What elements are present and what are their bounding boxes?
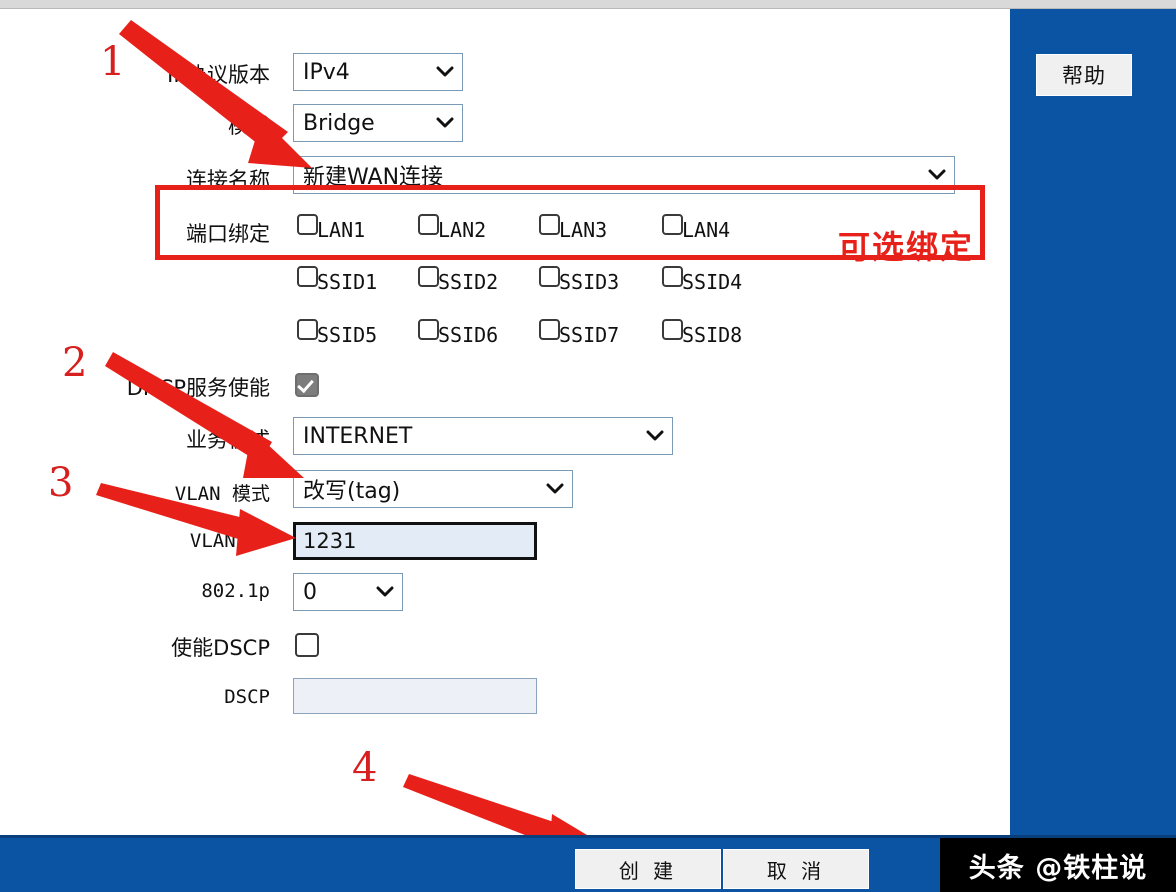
- right-side-panel: [1010, 9, 1176, 835]
- checkbox-label-ssid8: SSID8: [682, 323, 743, 347]
- checkbox-ssid6[interactable]: [418, 319, 439, 340]
- checkbox-lan4[interactable]: [662, 214, 683, 235]
- annotation-number-4: 4: [352, 745, 378, 791]
- field-label-vlan-id: VLAN ID: [189, 530, 270, 552]
- checkbox-lan1[interactable]: [297, 214, 318, 235]
- chevron-down-icon: [920, 169, 954, 181]
- vlan-mode-value: 改写(tag): [303, 479, 401, 504]
- field-label-connection-name: 连接名称: [186, 168, 270, 192]
- cancel-button[interactable]: 取 消: [723, 849, 869, 889]
- annotation-arrow-1: [119, 20, 312, 168]
- annotation-optional-binding-text: 可选绑定: [838, 228, 975, 266]
- create-button[interactable]: 创 建: [575, 849, 721, 889]
- annotation-number-3: 3: [48, 460, 74, 506]
- chevron-down-icon: [638, 430, 672, 442]
- field-label-dscp-enable: 使能DSCP: [171, 636, 270, 660]
- checkbox-label-ssid3: SSID3: [559, 270, 620, 294]
- service-mode-value: INTERNET: [303, 423, 413, 449]
- annotation-number-2: 2: [62, 340, 88, 386]
- checkbox-ssid4[interactable]: [662, 266, 683, 287]
- chevron-down-icon: [428, 117, 462, 129]
- connection-name-select[interactable]: 新建WAN连接: [293, 156, 955, 194]
- checkbox-label-lan1: LAN1: [317, 218, 366, 242]
- chevron-down-icon: [368, 586, 402, 598]
- checkbox-label-ssid4: SSID4: [682, 270, 743, 294]
- checkbox-ssid1[interactable]: [297, 266, 318, 287]
- checkbox-ssid2[interactable]: [418, 266, 439, 287]
- mode-select[interactable]: Bridge: [293, 104, 463, 142]
- router-wan-config-page: 帮助 IP协议版本 IPv4 模式 Bridge 连接名称 新建WAN连接 端口…: [0, 0, 1176, 892]
- checkbox-label-ssid5: SSID5: [317, 323, 378, 347]
- field-label-service-mode: 业务模式: [186, 428, 270, 452]
- checkbox-label-ssid7: SSID7: [559, 323, 620, 347]
- annotation-arrow-2: [105, 352, 304, 478]
- checkbox-dhcp-enable[interactable]: [295, 373, 319, 397]
- vlan-mode-select[interactable]: 改写(tag): [293, 470, 573, 508]
- field-label-mode: 模式: [228, 114, 270, 138]
- connection-name-value: 新建WAN连接: [303, 165, 444, 190]
- checkbox-ssid8[interactable]: [662, 319, 683, 340]
- field-label-dscp: DSCP: [224, 686, 270, 708]
- checkbox-label-ssid1: SSID1: [317, 270, 378, 294]
- dot1p-select[interactable]: 0: [293, 573, 403, 611]
- ip-version-select[interactable]: IPv4: [293, 53, 463, 91]
- field-label-port-binding: 端口绑定: [186, 222, 270, 246]
- field-label-ip-version: IP协议版本: [167, 63, 270, 87]
- field-label-dhcp-enable: DHCP服务使能: [126, 376, 270, 400]
- checkbox-label-lan3: LAN3: [559, 218, 608, 242]
- checkbox-ssid7[interactable]: [539, 319, 560, 340]
- watermark: 头条 @铁柱说: [940, 838, 1176, 892]
- checkbox-label-lan2: LAN2: [438, 218, 487, 242]
- ip-version-value: IPv4: [303, 59, 350, 85]
- dscp-input[interactable]: [293, 678, 537, 714]
- help-button[interactable]: 帮助: [1036, 54, 1132, 96]
- service-mode-select[interactable]: INTERNET: [293, 417, 673, 455]
- checkbox-lan2[interactable]: [418, 214, 439, 235]
- checkbox-label-lan4: LAN4: [682, 218, 731, 242]
- mode-value: Bridge: [303, 110, 375, 136]
- checkbox-label-ssid2: SSID2: [438, 270, 499, 294]
- chevron-down-icon: [538, 483, 572, 495]
- dot1p-value: 0: [303, 579, 317, 605]
- checkbox-ssid3[interactable]: [539, 266, 560, 287]
- vlan-id-input[interactable]: 1231: [293, 522, 537, 560]
- window-top-strip: [0, 0, 1176, 9]
- checkbox-lan3[interactable]: [539, 214, 560, 235]
- checkbox-dscp-enable[interactable]: [295, 633, 319, 657]
- annotation-number-1: 1: [100, 39, 126, 85]
- field-label-802-1p: 802.1p: [201, 580, 270, 602]
- checkbox-label-ssid6: SSID6: [438, 323, 499, 347]
- chevron-down-icon: [428, 66, 462, 78]
- checkbox-ssid5[interactable]: [297, 319, 318, 340]
